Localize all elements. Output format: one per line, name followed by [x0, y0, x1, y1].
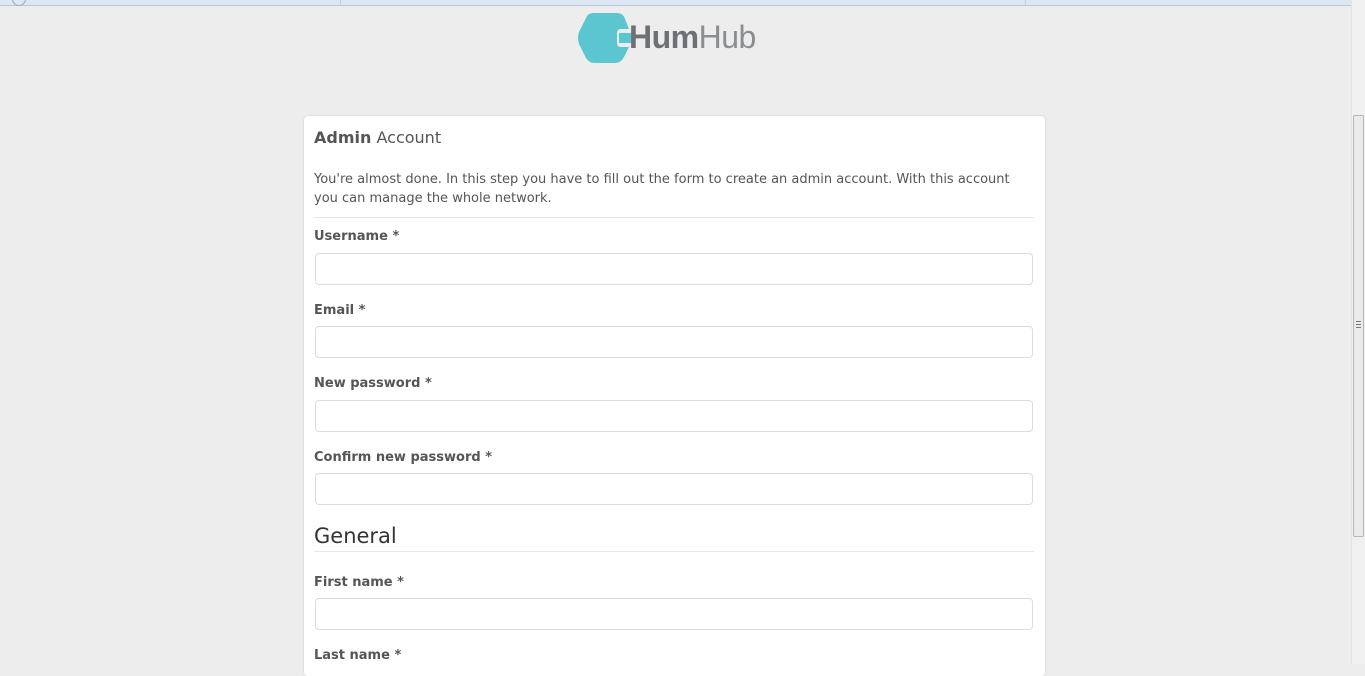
new-password-input[interactable]	[315, 400, 1033, 432]
browser-top-strip	[0, 0, 1351, 6]
logo-text: HumHub	[629, 18, 756, 56]
username-input[interactable]	[315, 253, 1033, 285]
general-heading: General	[314, 524, 397, 548]
panel-title-bold: Admin	[314, 128, 372, 147]
browser-circle-icon	[12, 0, 26, 6]
panel-title: Admin Account	[314, 128, 441, 147]
humhub-logo-icon	[578, 13, 635, 63]
email-input[interactable]	[315, 326, 1033, 358]
intro-text: You're almost done. In this step you hav…	[314, 172, 1010, 206]
first-name-input[interactable]	[315, 598, 1033, 630]
divider	[314, 217, 1034, 218]
last-name-label: Last name *	[314, 648, 402, 663]
admin-account-panel: Admin Account You're almost done. In thi…	[304, 116, 1045, 676]
vertical-scrollbar[interactable]	[1351, 0, 1365, 664]
panel-title-light: Account	[376, 128, 442, 147]
first-name-label: First name *	[314, 575, 404, 590]
confirm-password-label: Confirm new password *	[314, 450, 492, 465]
general-divider	[314, 551, 1034, 552]
confirm-password-input[interactable]	[315, 473, 1033, 505]
scrollbar-thumb[interactable]	[1353, 115, 1364, 537]
new-password-label: New password *	[314, 376, 432, 391]
logo-text-hum: Hum	[629, 19, 699, 55]
top-strip-divider	[340, 0, 341, 5]
username-label: Username *	[314, 229, 400, 244]
top-strip-divider	[1025, 0, 1026, 5]
scrollbar-grip-icon	[1356, 321, 1361, 328]
email-label: Email *	[314, 303, 366, 318]
logo-text-hub: Hub	[698, 19, 757, 55]
